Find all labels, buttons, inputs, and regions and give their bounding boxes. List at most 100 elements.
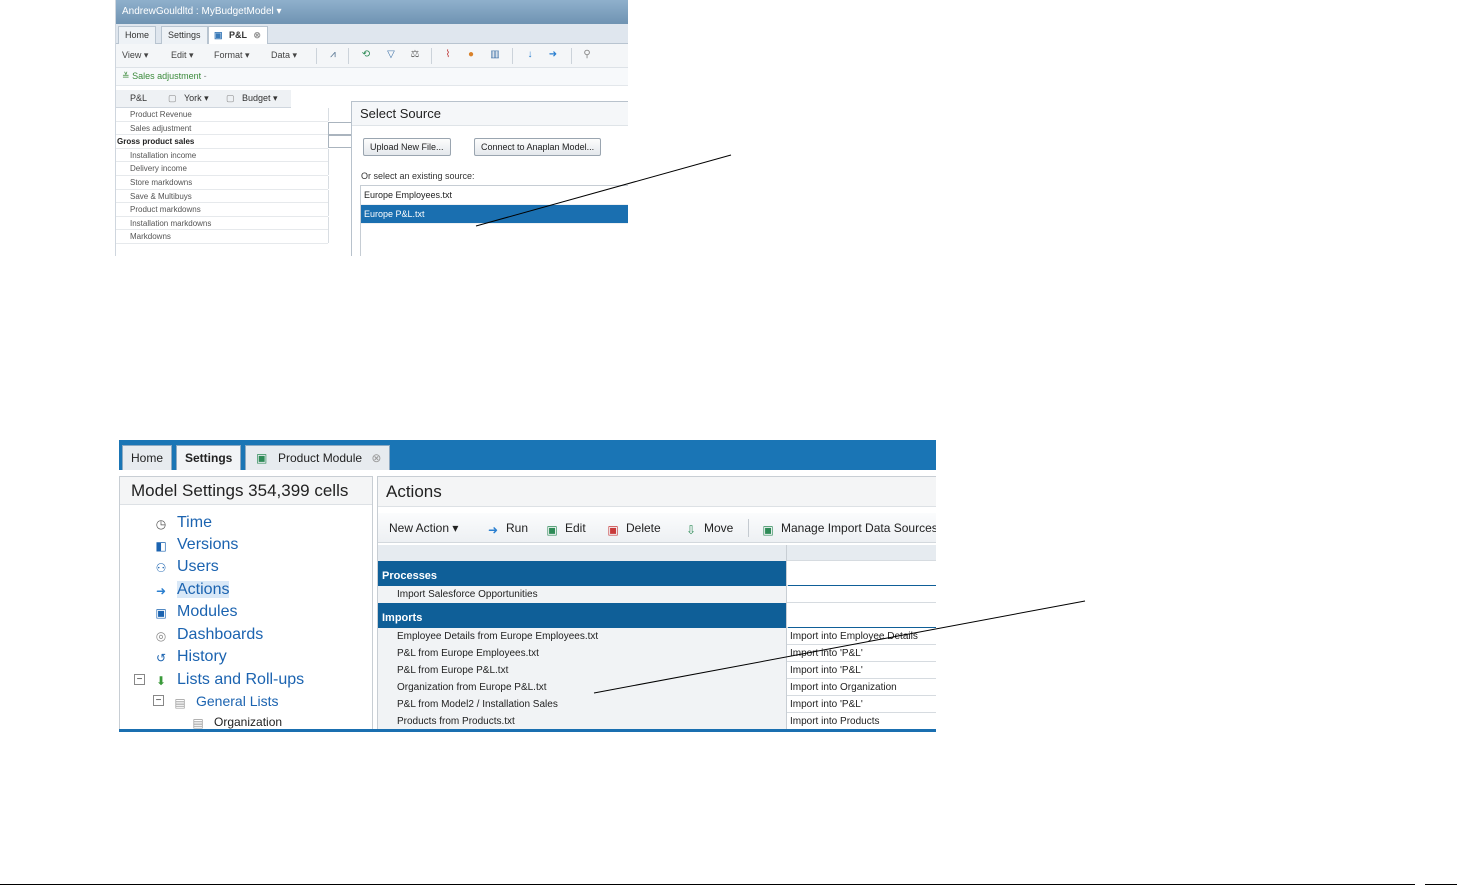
collapse-icon[interactable]: − bbox=[153, 695, 164, 706]
tab-home[interactable]: Home bbox=[122, 445, 173, 470]
arrow-down-icon[interactable]: ↓ bbox=[524, 49, 536, 61]
filter-icon[interactable]: ▽ bbox=[385, 49, 397, 61]
arrow-right-icon[interactable]: ➜ bbox=[547, 49, 559, 61]
line-item-row[interactable]: Markdowns bbox=[116, 230, 329, 244]
table-row[interactable]: Employee Details from Europe Employees.t… bbox=[378, 628, 936, 645]
context-budget[interactable]: Budget ▾ bbox=[242, 93, 278, 104]
arrow-right-icon: ➜ bbox=[155, 584, 167, 598]
close-icon[interactable]: ⊗ bbox=[371, 451, 381, 465]
bar-chart-icon[interactable]: ▥ bbox=[489, 49, 501, 61]
line-item-row[interactable]: Store markdowns bbox=[116, 175, 329, 190]
tree-item-time[interactable]: ◷ Time bbox=[153, 513, 212, 533]
tab-home[interactable]: Home bbox=[118, 26, 157, 44]
line-item-label: Gross product sales bbox=[117, 137, 195, 147]
line-item-row[interactable]: Installation markdowns bbox=[116, 216, 329, 231]
grid-header bbox=[378, 545, 936, 562]
action-description: Import into 'P&L' bbox=[790, 699, 863, 710]
dashboard-icon: ◎ bbox=[155, 629, 167, 643]
footer-tick bbox=[1425, 884, 1457, 885]
manage-label: Manage Import Data Sources bbox=[781, 521, 936, 535]
edit-menu[interactable]: Edit ▾ bbox=[171, 50, 194, 61]
tab-product-module[interactable]: ▣ Product Module ⊗ bbox=[245, 445, 391, 470]
source-item[interactable]: Europe Employees.txt bbox=[361, 186, 628, 205]
move-button[interactable]: ⇩ Move bbox=[683, 521, 733, 537]
action-name: Products from Products.txt bbox=[378, 713, 787, 730]
chart-icon[interactable]: ⩘ bbox=[327, 49, 339, 61]
line-item-row[interactable]: Installation income bbox=[116, 148, 329, 163]
actions-panel: Actions New Action ▾ ➜ Run ▣ Edit ▣ Delete … bbox=[377, 476, 936, 732]
model-settings-panel: Model Settings 354,399 cells ◷ Time ◧ Vers… bbox=[119, 476, 373, 732]
run-button[interactable]: ➜ Run bbox=[485, 521, 528, 537]
collapse-icon[interactable]: − bbox=[134, 674, 145, 685]
page-icon: ▢ bbox=[226, 93, 235, 103]
actions-screenshot: Home Settings ▣ Product Module ⊗ Model S… bbox=[119, 440, 936, 732]
tree-item-general-lists[interactable]: ▤ General Lists bbox=[172, 691, 278, 711]
tab-product-module-label: Product Module bbox=[278, 451, 363, 465]
line-chart-icon[interactable]: ⌇ bbox=[442, 49, 454, 61]
action-name: Employee Details from Europe Employees.t… bbox=[378, 628, 787, 645]
connect-anaplan-model-button[interactable]: Connect to Anaplan Model... bbox=[474, 138, 602, 156]
tab-settings[interactable]: Settings bbox=[161, 26, 208, 44]
line-item-label: Installation income bbox=[130, 150, 197, 160]
manage-import-data-sources-button[interactable]: ▣ Manage Import Data Sources bbox=[760, 521, 936, 537]
context-york[interactable]: York ▾ bbox=[184, 93, 209, 104]
tree-item-actions[interactable]: ➜ Actions bbox=[153, 580, 230, 600]
action-name: Organization from Europe P&L.txt bbox=[378, 679, 787, 696]
delete-label: Delete bbox=[626, 521, 661, 535]
edit-button[interactable]: ▣ Edit bbox=[544, 521, 585, 537]
table-row[interactable]: Products from Products.txt Import into Pr… bbox=[378, 713, 936, 730]
table-row[interactable]: P&L from Europe Employees.txt Import into… bbox=[378, 645, 936, 662]
filter-chevron-icon[interactable]: ≚ bbox=[122, 71, 130, 81]
tree-item-dashboards[interactable]: ◎ Dashboards bbox=[153, 625, 264, 645]
pie-chart-icon[interactable]: ● bbox=[465, 49, 477, 61]
tab-settings[interactable]: Settings bbox=[176, 445, 242, 470]
module-icon: ▣ bbox=[256, 451, 268, 465]
actions-toolbar: New Action ▾ ➜ Run ▣ Edit ▣ Delete ⇩ Move ▣ M… bbox=[378, 513, 936, 543]
section-imports: Imports bbox=[378, 603, 936, 628]
line-item-row[interactable]: Product Revenue bbox=[116, 108, 329, 122]
format-menu[interactable]: Format ▾ bbox=[214, 50, 250, 61]
line-item-label: Delivery income bbox=[130, 164, 187, 174]
move-label: Move bbox=[704, 521, 734, 535]
search-icon[interactable]: ⚲ bbox=[581, 49, 593, 61]
tree-item-modules[interactable]: ▣ Modules bbox=[153, 602, 237, 622]
source-item-selected[interactable]: Europe P&L.txt bbox=[361, 205, 628, 224]
table-row[interactable]: P&L from Europe P&L.txt Import into 'P&L' bbox=[378, 662, 936, 679]
action-description: Import into 'P&L' bbox=[790, 665, 863, 676]
data-menu[interactable]: Data ▾ bbox=[271, 50, 297, 61]
table-row[interactable]: Organization from Europe P&L.txt Import i… bbox=[378, 679, 936, 696]
action-description: Import into Products bbox=[790, 716, 880, 727]
new-action-button[interactable]: New Action ▾ bbox=[389, 521, 458, 535]
line-item-label: Markdowns bbox=[130, 232, 171, 242]
history-icon: ↺ bbox=[155, 651, 167, 665]
line-item-row[interactable]: Sales adjustment bbox=[116, 121, 352, 136]
tree-item-users[interactable]: ⚇ Users bbox=[153, 557, 219, 577]
move-down-icon: ⇩ bbox=[685, 523, 697, 537]
model-settings-title: Model Settings 354,399 cells bbox=[120, 477, 372, 505]
source-list: Europe Employees.txt Europe P&L.txt bbox=[360, 185, 628, 256]
tree-item-versions[interactable]: ◧ Versions bbox=[153, 535, 238, 555]
line-item-row[interactable]: Product markdowns bbox=[116, 203, 329, 217]
line-item-label: Product markdowns bbox=[130, 205, 201, 215]
table-row[interactable]: Import Salesforce Opportunities bbox=[378, 586, 936, 603]
line-item-row[interactable]: Gross product sales bbox=[116, 135, 352, 149]
tree-label: Dashboards bbox=[177, 626, 264, 643]
line-item-label: Installation markdowns bbox=[130, 218, 212, 228]
table-row[interactable]: P&L from Model2 / Installation Sales Impo… bbox=[378, 696, 936, 713]
run-label: Run bbox=[506, 521, 529, 535]
tree-item-history[interactable]: ↺ History bbox=[153, 647, 227, 667]
close-icon[interactable]: ⊗ bbox=[253, 30, 261, 40]
upload-new-file-button[interactable]: Upload New File... bbox=[363, 138, 451, 156]
view-menu[interactable]: View ▾ bbox=[122, 50, 148, 61]
tab-pl[interactable]: ▣ P&L ⊗ bbox=[208, 26, 268, 44]
filter-label[interactable]: Sales adjustment bbox=[132, 71, 201, 81]
context-module[interactable]: P&L bbox=[130, 93, 147, 103]
tree-label: Lists and Roll-ups bbox=[177, 671, 305, 688]
pivot-icon[interactable]: ⟲ bbox=[360, 49, 372, 61]
balance-icon[interactable]: ⚖ bbox=[409, 49, 421, 61]
tree-item-lists[interactable]: ⬇ Lists and Roll-ups bbox=[153, 670, 304, 690]
line-item-row[interactable]: Save & Multibuys bbox=[116, 189, 329, 204]
line-item-row[interactable]: Delivery income bbox=[116, 162, 329, 176]
delete-button[interactable]: ▣ Delete bbox=[605, 521, 661, 537]
actions-grid: Processes Import Salesforce Opportunitie… bbox=[378, 545, 936, 730]
